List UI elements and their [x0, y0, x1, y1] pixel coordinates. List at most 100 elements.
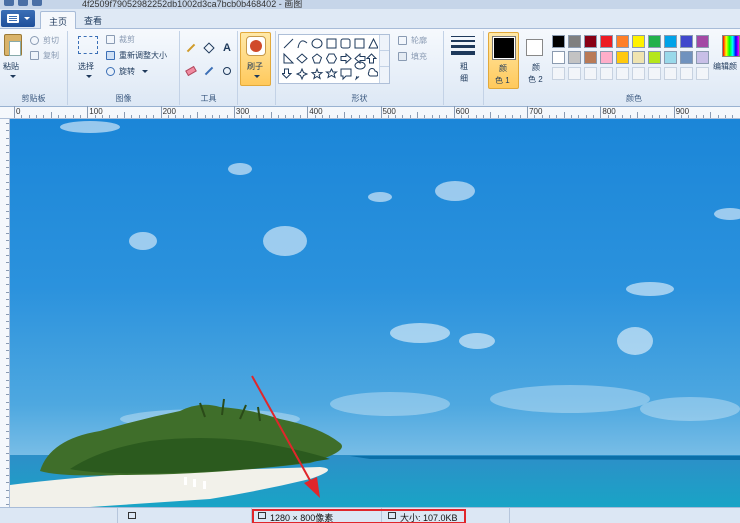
ruler-minor-tick	[285, 115, 287, 118]
crop-button[interactable]: 裁剪	[106, 34, 176, 46]
rectangle-shape-icon[interactable]	[326, 38, 337, 49]
menu-icon	[7, 14, 19, 23]
file-menu-button[interactable]	[1, 10, 35, 27]
rounded-rectangle-shape-icon[interactable]	[340, 38, 351, 49]
ruler-minor-tick	[138, 115, 140, 118]
color-swatch[interactable]	[568, 51, 581, 64]
ruler-minor-tick	[6, 445, 9, 447]
shapes-grid[interactable]	[282, 37, 378, 83]
oval-shape-icon[interactable]	[311, 38, 323, 49]
color-swatch[interactable]	[616, 51, 629, 64]
ruler-minor-tick	[695, 115, 697, 118]
polygon-shape-icon[interactable]	[354, 38, 365, 49]
custom-color-slot[interactable]	[664, 67, 677, 80]
color-swatch[interactable]	[568, 35, 581, 48]
arrow-right-shape-icon[interactable]	[340, 52, 352, 65]
four-point-star-shape-icon[interactable]	[295, 67, 309, 81]
ruler-minor-tick	[219, 115, 221, 118]
color-swatch[interactable]	[648, 35, 661, 48]
cut-button[interactable]: 剪切	[30, 35, 66, 47]
color-swatch[interactable]	[680, 35, 693, 48]
color-swatch[interactable]	[648, 51, 661, 64]
six-point-star-shape-icon[interactable]	[325, 67, 338, 79]
color-swatch[interactable]	[552, 51, 565, 64]
color-swatch[interactable]	[632, 51, 645, 64]
custom-color-slot[interactable]	[600, 67, 613, 80]
text-tool[interactable]: A	[220, 41, 234, 55]
fill-tool[interactable]	[202, 41, 216, 55]
pentagon-shape-icon[interactable]	[311, 53, 323, 64]
color-swatch[interactable]	[584, 35, 597, 48]
ruler-minor-tick	[571, 115, 573, 118]
edit-colors-button[interactable]: 编辑颜	[712, 31, 740, 87]
color2-button[interactable]: 颜 色 2	[522, 32, 548, 88]
color-swatch[interactable]	[632, 35, 645, 48]
ruler-minor-tick	[6, 240, 9, 242]
ruler-minor-tick	[637, 112, 639, 118]
custom-color-slot[interactable]	[680, 67, 693, 80]
color-picker-tool[interactable]	[202, 64, 216, 78]
color-swatch[interactable]	[584, 51, 597, 64]
outline-button[interactable]: 轮廓	[398, 35, 442, 47]
drawing-canvas[interactable]	[10, 119, 740, 507]
custom-color-slot[interactable]	[648, 67, 661, 80]
resize-button[interactable]: 重新调整大小	[106, 50, 178, 62]
color-swatch[interactable]	[696, 51, 709, 64]
brushes-button[interactable]: 刷子	[240, 32, 271, 86]
highlight-box	[252, 509, 466, 523]
custom-color-slot[interactable]	[632, 67, 645, 80]
tab-home[interactable]: 主页	[40, 11, 77, 29]
paste-button[interactable]: 粘贴	[0, 31, 26, 87]
arrow-down-shape-icon[interactable]	[282, 68, 293, 79]
fill-button[interactable]: 填充	[398, 51, 442, 63]
color-swatch[interactable]	[600, 35, 613, 48]
save-icon[interactable]	[4, 0, 14, 6]
title-bar: 4f2509f79052982252db1002d3ca7bcb0b468402…	[0, 0, 740, 9]
custom-color-slot[interactable]	[616, 67, 629, 80]
arrow-up-shape-icon[interactable]	[365, 53, 378, 64]
curve-shape-icon[interactable]	[297, 40, 308, 49]
five-point-star-shape-icon[interactable]	[310, 67, 324, 80]
right-triangle-shape-icon[interactable]	[283, 52, 295, 64]
magnifier-tool[interactable]	[220, 64, 234, 78]
ruler-label: 600	[455, 107, 470, 116]
eraser-tool[interactable]	[184, 64, 198, 78]
color1-swatch	[492, 36, 516, 60]
hexagon-shape-icon[interactable]	[325, 53, 338, 64]
color-swatch[interactable]	[664, 51, 677, 64]
shapes-scrollbar[interactable]	[379, 35, 389, 83]
oval-callout-shape-icon[interactable]	[354, 61, 366, 81]
cloud-callout-shape-icon[interactable]	[367, 67, 378, 77]
line-shape-icon[interactable]	[283, 38, 294, 49]
color-swatch[interactable]	[680, 51, 693, 64]
redo-icon[interactable]	[32, 0, 42, 6]
color-swatch[interactable]	[616, 35, 629, 48]
custom-color-slot[interactable]	[584, 67, 597, 80]
custom-color-slot[interactable]	[696, 67, 709, 80]
diamond-shape-icon[interactable]	[296, 53, 308, 64]
custom-color-slot[interactable]	[568, 67, 581, 80]
copy-button[interactable]: 复制	[30, 50, 66, 62]
ruler-major-tick	[600, 106, 602, 118]
shapes-gallery[interactable]	[278, 34, 390, 84]
ruler-minor-tick	[6, 394, 9, 396]
scroll-down-icon[interactable]	[380, 51, 389, 67]
custom-color-slot[interactable]	[552, 67, 565, 80]
expand-gallery-icon[interactable]	[380, 67, 389, 83]
color-swatch[interactable]	[696, 35, 709, 48]
rect-callout-shape-icon[interactable]	[340, 68, 352, 81]
color-swatch[interactable]	[600, 51, 613, 64]
size-button[interactable]: 粗 细	[446, 31, 482, 87]
color-swatch[interactable]	[664, 35, 677, 48]
tab-view[interactable]: 查看	[76, 11, 110, 29]
color1-button[interactable]: 颜 色 1	[488, 32, 519, 89]
rotate-button[interactable]: 旋转	[106, 66, 176, 78]
undo-icon[interactable]	[18, 0, 28, 6]
scroll-up-icon[interactable]	[380, 35, 389, 51]
colors-group: 颜色	[548, 31, 720, 105]
color-swatch[interactable]	[552, 35, 565, 48]
ruler-minor-tick	[6, 152, 9, 154]
pencil-tool[interactable]	[184, 41, 198, 55]
triangle-shape-icon[interactable]	[368, 37, 378, 49]
select-button[interactable]: 选择	[72, 31, 104, 87]
